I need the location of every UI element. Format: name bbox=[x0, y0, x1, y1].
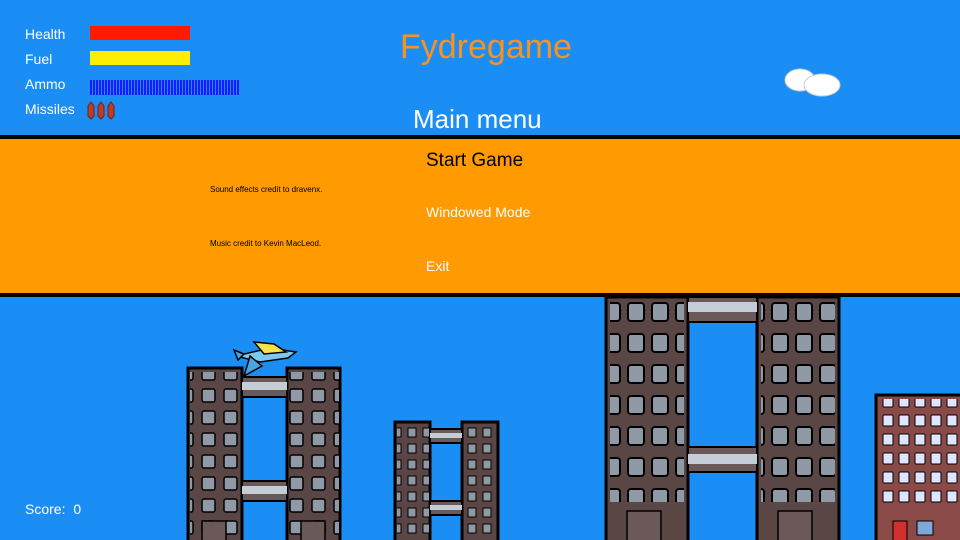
building-middle bbox=[393, 420, 500, 540]
player-jet-icon bbox=[232, 341, 298, 378]
ammo-bar bbox=[90, 80, 240, 95]
start-game-button[interactable]: Start Game bbox=[426, 150, 523, 172]
windowed-mode-button[interactable]: Windowed Mode bbox=[426, 204, 530, 220]
fuel-label: Fuel bbox=[25, 51, 53, 67]
menu-heading: Main menu bbox=[413, 104, 542, 134]
building-left bbox=[186, 366, 342, 540]
score-value: 0 bbox=[73, 501, 82, 517]
health-label: Health bbox=[25, 26, 66, 42]
ammo-label: Ammo bbox=[25, 76, 66, 92]
city-skyline bbox=[186, 297, 960, 540]
cloud-icon bbox=[784, 68, 841, 97]
missiles-label: Missiles bbox=[25, 101, 75, 117]
game-title: Fydregame bbox=[400, 28, 572, 66]
missile-icon bbox=[87, 101, 115, 120]
score-label: Score: bbox=[25, 501, 66, 517]
health-bar bbox=[90, 26, 190, 40]
sound-credit: Sound effects credit to dravenx. bbox=[210, 185, 323, 194]
building-right bbox=[874, 393, 960, 540]
fuel-bar bbox=[90, 51, 190, 65]
music-credit: Music credit to Kevin MacLeod. bbox=[210, 239, 322, 248]
missiles-indicator bbox=[86, 100, 118, 120]
building-tall bbox=[604, 297, 841, 540]
exit-button[interactable]: Exit bbox=[426, 258, 449, 274]
score-display: Score: 0 bbox=[25, 501, 81, 517]
